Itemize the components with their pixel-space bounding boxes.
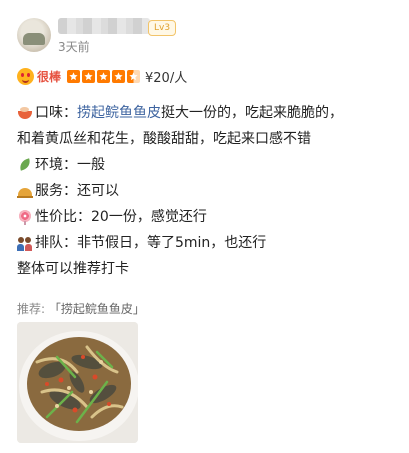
- closing-text: 整体可以推荐打卡: [17, 261, 129, 277]
- star-icon: [97, 69, 111, 83]
- environment-line: 环境：一般: [17, 152, 397, 178]
- taste-text: 挺大一份的，吃起来脆脆的，: [161, 105, 343, 121]
- recommend-label: 推荐:: [17, 302, 46, 316]
- username-blurred[interactable]: [58, 18, 150, 34]
- user-level-badge: Lv3: [148, 20, 177, 36]
- dish-link[interactable]: 捞起鲩鱼鱼皮: [77, 100, 161, 126]
- queue-text: 排队：非节假日，等了5min，也还行: [35, 235, 267, 251]
- service-text: 服务：还可以: [35, 183, 119, 199]
- post-time: 3天前: [58, 40, 90, 54]
- review-text: 口味： 捞起鲩鱼鱼皮 挺大一份的，吃起来脆脆的， 和着黄瓜丝和花生，酸酸甜甜，吃…: [17, 100, 397, 282]
- user-avatar[interactable]: [17, 18, 51, 52]
- price-per-person: ¥20/人: [145, 70, 188, 86]
- fish-skin-dish-image: [17, 322, 138, 443]
- star-rating: [67, 69, 141, 83]
- bowl-icon: [17, 105, 33, 121]
- taste-text-2: 和着黄瓜丝和花生，酸酸甜甜，吃起来口感不错: [17, 131, 311, 147]
- taste-line-2: 和着黄瓜丝和花生，酸酸甜甜，吃起来口感不错: [17, 126, 397, 152]
- star-icon: [82, 69, 96, 83]
- recommend-dish-tag[interactable]: 「捞起鲩鱼鱼皮」: [49, 302, 145, 316]
- rating-row: 很棒 ¥20/人: [17, 67, 188, 86]
- rating-label: 很棒: [37, 69, 62, 84]
- environment-text: 环境：一般: [35, 157, 105, 173]
- food-photo[interactable]: [17, 322, 138, 443]
- people-icon: [17, 235, 33, 251]
- star-icon: [67, 69, 81, 83]
- recommend-line: 推荐: 「捞起鲩鱼鱼皮」: [17, 300, 145, 317]
- queue-line: 排队：非节假日，等了5min，也还行: [17, 230, 397, 256]
- value-line: 性价比：20一份，感觉还行: [17, 204, 397, 230]
- service-line: 服务：还可以: [17, 178, 397, 204]
- taste-line: 口味： 捞起鲩鱼鱼皮 挺大一份的，吃起来脆脆的，: [17, 100, 397, 126]
- star-icon: [112, 69, 126, 83]
- taste-label: 口味：: [35, 105, 77, 121]
- happy-face-icon: [17, 67, 34, 85]
- leaf-icon: [17, 157, 33, 173]
- service-bell-icon: [17, 183, 33, 199]
- value-text: 性价比：20一份，感觉还行: [35, 209, 207, 225]
- closing-line: 整体可以推荐打卡: [17, 256, 397, 282]
- lollipop-icon: [17, 209, 33, 225]
- star-icon: [127, 69, 141, 83]
